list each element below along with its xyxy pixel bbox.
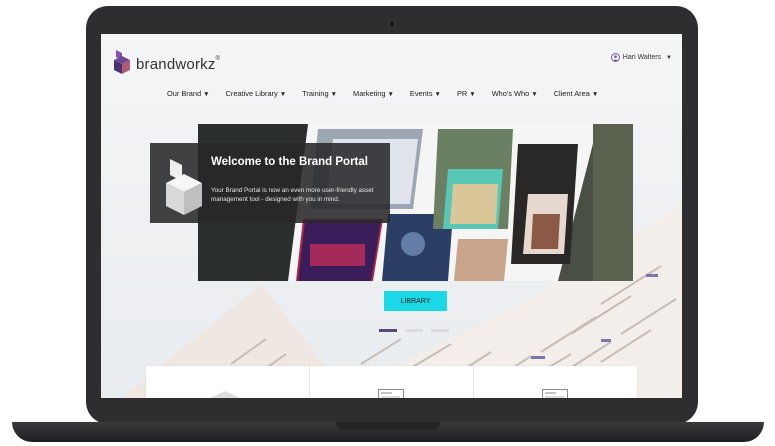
site-header: brandworkz® Hari Walters ▼ Our Brand ▼ Cr… [101,34,682,122]
carousel-dot-3[interactable] [431,329,449,332]
tile-cube-icon [210,391,240,398]
nav-item-our-brand[interactable]: Our Brand ▼ [167,89,210,98]
brandworkz-logo-icon[interactable] [114,50,130,74]
logo-wordmark: brandworkz [136,56,216,73]
feature-tiles [146,366,637,398]
nav-label: PR [456,89,468,98]
nav-label: Our Brand [167,89,202,98]
feature-tile[interactable] [146,366,310,398]
laptop-notch [336,422,440,430]
nav-item-events[interactable]: Events ▼ [410,89,441,98]
chevron-down-icon: ▼ [469,91,476,98]
feature-tile[interactable] [474,366,637,398]
nav-label: Client Area [553,89,590,98]
nav-label: Marketing [353,89,386,98]
tile-document-icon [542,389,568,398]
nav-item-client-area[interactable]: Client Area ▼ [554,89,599,98]
browser-screen: brandworkz® Hari Walters ▼ Our Brand ▼ Cr… [101,34,682,398]
welcome-title: Welcome to the Brand Portal [211,156,368,168]
chevron-down-icon: ▼ [387,91,394,98]
logo-trademark: ® [215,56,221,62]
library-button[interactable]: LIBRARY [384,291,447,311]
user-name: Hari Walters [622,54,662,61]
nav-item-marketing[interactable]: Marketing ▼ [353,89,394,98]
camera-icon [388,20,396,28]
chevron-down-icon: ▼ [434,91,441,98]
nav-label: Training [302,89,329,98]
user-avatar-icon [610,53,620,62]
chevron-down-icon: ▼ [330,91,338,98]
chevron-down-icon: ▼ [531,91,538,98]
brand-logo-text[interactable]: brandworkz® [136,56,220,73]
nav-label: Creative Library [225,89,278,98]
carousel-indicators [379,329,449,332]
nav-item-pr[interactable]: PR ▼ [457,89,476,98]
nav-label: Who's Who [491,89,530,98]
nav-item-training[interactable]: Training ▼ [302,89,337,98]
nav-item-creative-library[interactable]: Creative Library ▼ [226,89,287,98]
welcome-banner: Welcome to the Brand Portal Your Brand P… [150,143,390,223]
nav-label: Events [409,89,433,98]
main-nav: Our Brand ▼ Creative Library ▼ Training ▼ M… [167,89,614,98]
feature-tile[interactable] [310,366,474,398]
chevron-down-icon: ▼ [279,91,287,98]
chevron-down-icon: ▼ [203,91,210,98]
welcome-description: Your Brand Portal is now an even more us… [211,187,374,203]
nav-item-whos-who[interactable]: Who's Who ▼ [492,89,538,98]
tile-document-icon [378,389,404,398]
cube-logo-icon [166,159,202,215]
carousel-dot-2[interactable] [405,329,423,332]
carousel-dot-1[interactable] [379,329,397,332]
chevron-down-icon: ▼ [591,91,599,98]
user-menu[interactable]: Hari Walters ▼ [610,53,672,62]
user-menu-caret-icon: ▼ [666,54,672,61]
